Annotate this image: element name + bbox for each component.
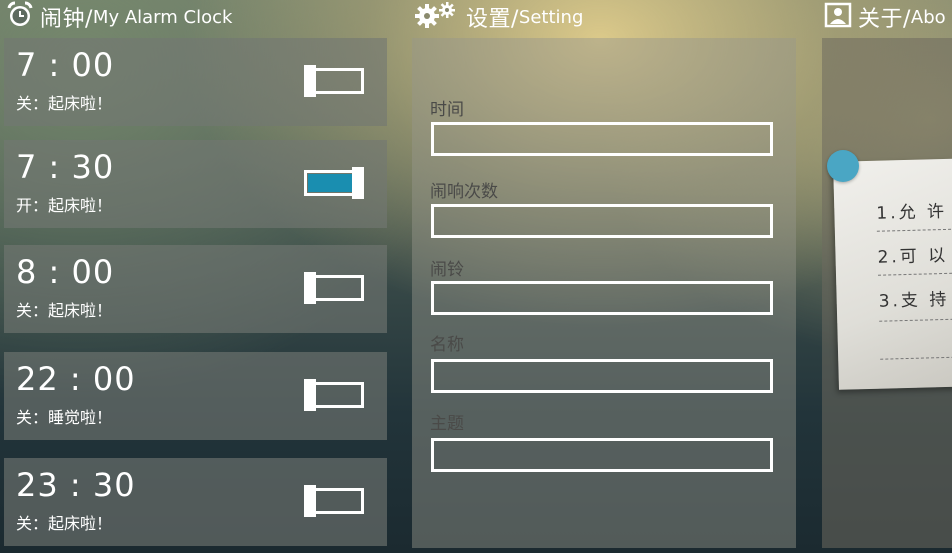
about-section-subtitle: Abo xyxy=(910,6,946,28)
alarm-time: 22 : 00 xyxy=(16,360,136,398)
alarm-time: 7 : 30 xyxy=(16,148,115,186)
alarm-section-subtitle: My Alarm Clock xyxy=(92,6,233,28)
time-field[interactable] xyxy=(431,122,773,156)
about-section-title: 关于/ xyxy=(858,7,911,32)
contact-card-icon xyxy=(824,1,852,33)
alarm-description: 关：起床啦！ xyxy=(16,301,113,320)
setting-section-header: 设置/ Setting xyxy=(414,0,583,34)
about-note-line: 1.允 许 设 xyxy=(876,201,952,224)
alarm-toggle[interactable] xyxy=(304,65,364,97)
ring-count-field[interactable] xyxy=(431,204,773,238)
note-divider xyxy=(876,227,952,232)
setting-section-subtitle: Setting xyxy=(518,6,584,28)
alarm-description: 关：起床啦！ xyxy=(16,514,113,533)
alarm-time: 8 : 00 xyxy=(16,253,115,291)
alarm-description: 关：睡觉啦！ xyxy=(16,408,113,427)
alarm-clock-icon xyxy=(6,1,34,33)
ring-count-field-label: 闹响次数 xyxy=(430,182,498,202)
alarm-item[interactable]: 8 : 00 关：起床啦！ xyxy=(4,245,387,333)
alarm-item[interactable]: 7 : 00 关：起床啦！ xyxy=(4,38,387,126)
about-note: 1.允 许 设 2.可 以 设 3.支 持 本 xyxy=(833,158,952,390)
settings-panel: 时间 闹响次数 闹铃 名称 主题 xyxy=(412,38,796,548)
pin-icon xyxy=(827,150,859,182)
note-divider xyxy=(878,271,952,276)
about-section-header: 关于/ Abo xyxy=(824,0,946,34)
theme-field-label: 主题 xyxy=(430,414,464,434)
alarm-section-header: 闹钟/ My Alarm Clock xyxy=(6,0,232,34)
alarm-description: 开：起床啦！ xyxy=(16,196,113,215)
ringtone-field-label: 闹铃 xyxy=(430,260,464,280)
setting-section-title: 设置/ xyxy=(466,7,519,32)
alarm-time: 23 : 30 xyxy=(16,466,136,504)
alarm-toggle[interactable] xyxy=(304,272,364,304)
time-field-label: 时间 xyxy=(430,100,464,120)
about-note-line: 2.可 以 设 xyxy=(877,245,952,268)
alarm-description: 关：起床啦！ xyxy=(16,94,113,113)
ringtone-field[interactable] xyxy=(431,281,773,315)
alarm-item[interactable]: 22 : 00 关：睡觉啦！ xyxy=(4,352,387,440)
about-note-line: 3.支 持 本 xyxy=(878,289,952,312)
name-field[interactable] xyxy=(431,359,773,393)
alarm-toggle[interactable] xyxy=(304,379,364,411)
name-field-label: 名称 xyxy=(430,335,464,355)
alarm-section-title: 闹钟/ xyxy=(40,7,93,32)
theme-field[interactable] xyxy=(431,438,773,472)
note-divider xyxy=(880,355,952,360)
alarm-time: 7 : 00 xyxy=(16,46,115,84)
alarm-toggle[interactable] xyxy=(304,167,364,199)
gears-icon xyxy=(414,1,460,33)
alarm-item[interactable]: 7 : 30 开：起床啦！ xyxy=(4,140,387,228)
alarm-toggle[interactable] xyxy=(304,485,364,517)
alarm-item[interactable]: 23 : 30 关：起床啦！ xyxy=(4,458,387,546)
note-divider xyxy=(879,317,952,322)
